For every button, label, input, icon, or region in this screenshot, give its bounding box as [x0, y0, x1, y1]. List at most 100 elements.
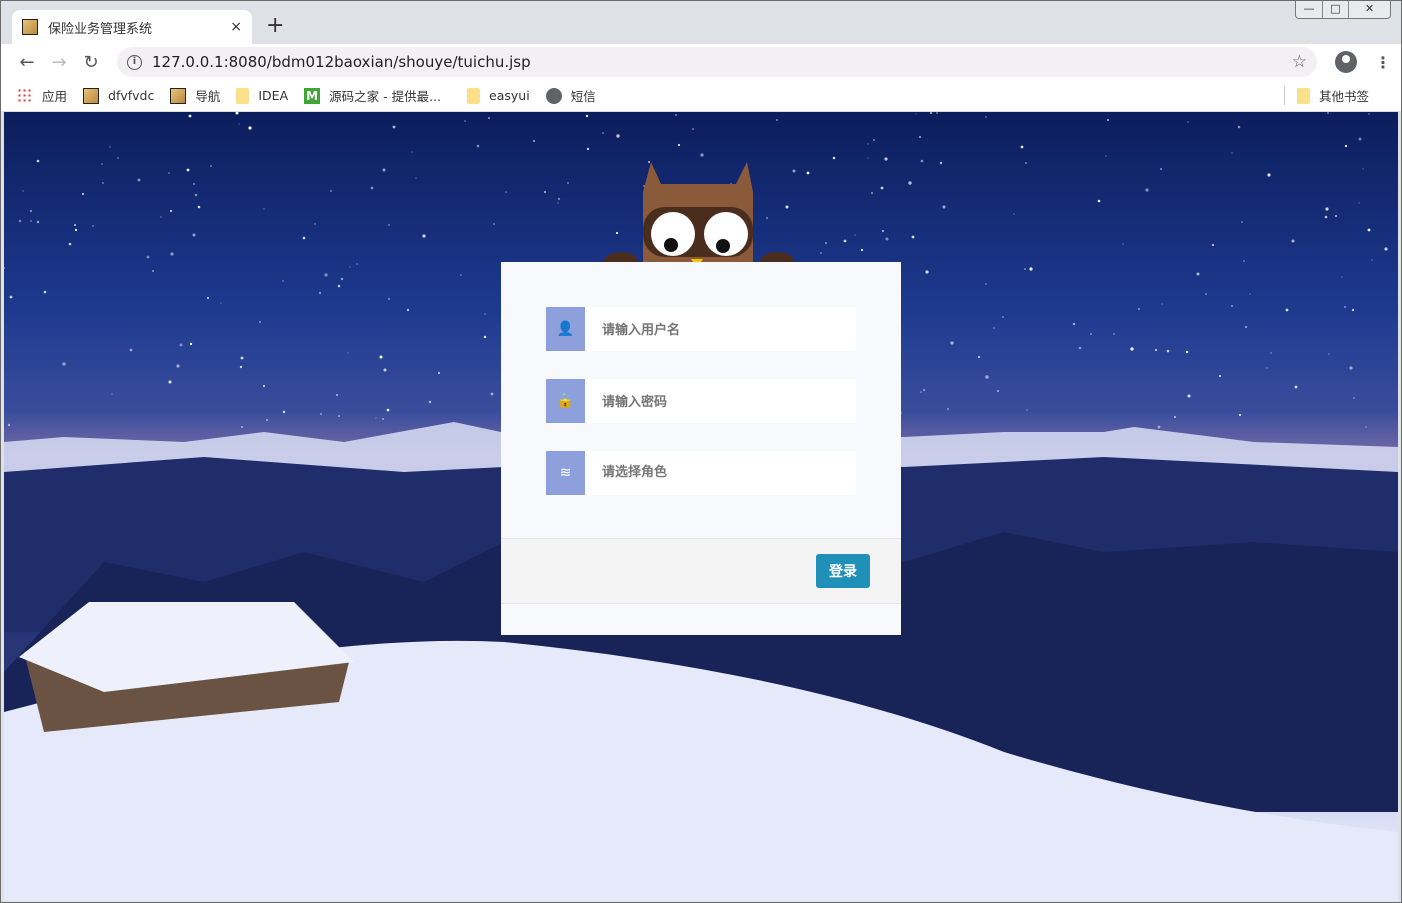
- bookmark-star-icon[interactable]: ☆: [1292, 52, 1307, 72]
- password-input[interactable]: [585, 379, 856, 423]
- bookmark-label: 其他书签: [1318, 89, 1369, 104]
- back-icon[interactable]: ←: [11, 52, 43, 73]
- star: [911, 235, 915, 239]
- star: [1097, 199, 1101, 203]
- bookmarks-bar: 应用 dfvfvdc 导航 IDEA M 源码之家 - 提供最... easyui…: [1, 80, 1401, 112]
- star: [484, 313, 486, 315]
- star: [1113, 333, 1115, 335]
- star: [929, 112, 933, 115]
- star: [1187, 394, 1191, 398]
- maximize-button[interactable]: □: [1322, 1, 1348, 18]
- star: [282, 280, 284, 282]
- star: [920, 159, 924, 163]
- profile-avatar-icon[interactable]: [1335, 51, 1357, 73]
- address-bar[interactable]: i 127.0.0.1:8080/bdm012baoxian/shouye/tu…: [117, 47, 1317, 77]
- star: [129, 348, 133, 352]
- star: [915, 113, 917, 115]
- star: [266, 419, 268, 421]
- star: [137, 178, 141, 182]
- star: [464, 120, 466, 122]
- star: [188, 114, 192, 118]
- star: [43, 290, 47, 294]
- star: [925, 270, 929, 274]
- star: [302, 236, 306, 240]
- password-field: 🔒: [546, 379, 856, 423]
- bookmark-sms[interactable]: 短信: [545, 86, 596, 105]
- bookmark-dfvfvdc[interactable]: dfvfvdc: [83, 87, 154, 104]
- star: [1324, 215, 1328, 219]
- bookmark-idea[interactable]: IDEA: [236, 87, 288, 104]
- star: [194, 193, 198, 197]
- login-button[interactable]: 登录: [816, 554, 870, 588]
- star: [262, 384, 266, 388]
- star: [602, 132, 604, 134]
- role-field: ≋ 请选择角色: [546, 451, 856, 495]
- close-window-button[interactable]: ✕: [1348, 1, 1390, 18]
- more-menu-icon[interactable]: ⋮: [1375, 53, 1391, 72]
- tab-title: 保险业务管理系统: [48, 21, 153, 37]
- star: [942, 205, 946, 209]
- star: [1145, 188, 1149, 192]
- star: [263, 208, 265, 210]
- star: [1239, 414, 1241, 416]
- star: [210, 165, 212, 167]
- star: [383, 368, 387, 372]
- star: [557, 202, 559, 204]
- star: [867, 143, 869, 145]
- minimize-button[interactable]: —: [1296, 1, 1322, 18]
- close-tab-icon[interactable]: ×: [230, 19, 242, 35]
- m-icon: M: [304, 87, 321, 104]
- star: [1344, 306, 1346, 308]
- bookmark-easyui[interactable]: easyui: [467, 87, 530, 104]
- star: [586, 147, 590, 151]
- star: [692, 128, 694, 130]
- star: [832, 156, 836, 160]
- other-bookmarks[interactable]: 其他书签: [1283, 86, 1369, 105]
- reload-icon[interactable]: ↻: [75, 52, 107, 73]
- url-text[interactable]: 127.0.0.1:8080/bdm012baoxian/shouye/tuic…: [152, 53, 1292, 71]
- star: [379, 355, 383, 359]
- star: [18, 219, 22, 223]
- new-tab-button[interactable]: +: [266, 13, 284, 38]
- forward-icon[interactable]: →: [43, 52, 75, 73]
- star: [29, 209, 33, 213]
- bookmark-yuanma[interactable]: M 源码之家 - 提供最...: [304, 86, 441, 105]
- star: [884, 157, 888, 161]
- star: [335, 393, 339, 397]
- star: [4, 266, 6, 270]
- star: [392, 125, 396, 129]
- star: [1205, 293, 1207, 295]
- star: [239, 365, 243, 369]
- bookmark-nav[interactable]: 导航: [170, 86, 220, 105]
- star: [428, 400, 432, 404]
- role-select[interactable]: 请选择角色: [585, 451, 856, 495]
- star: [490, 392, 494, 396]
- folder-icon: [1296, 87, 1310, 104]
- bookmark-apps[interactable]: 应用: [17, 86, 67, 105]
- star: [81, 192, 85, 196]
- star: [1266, 367, 1268, 369]
- star: [1002, 316, 1004, 318]
- star: [1270, 352, 1272, 354]
- star: [259, 321, 261, 323]
- star: [1291, 239, 1295, 243]
- tab-active[interactable]: 保险业务管理系统 ×: [12, 10, 252, 44]
- star: [1154, 348, 1158, 352]
- star: [318, 291, 322, 295]
- star: [675, 114, 677, 116]
- star: [1327, 112, 1329, 114]
- star: [240, 356, 244, 360]
- star: [993, 327, 995, 329]
- star: [1365, 426, 1367, 428]
- star: [1249, 293, 1251, 295]
- lock-icon: 🔒: [546, 379, 585, 423]
- star: [532, 139, 536, 143]
- info-icon[interactable]: i: [127, 54, 142, 70]
- bookmark-label: 源码之家 - 提供最...: [329, 89, 442, 104]
- star: [483, 335, 487, 339]
- star: [544, 191, 546, 193]
- star: [386, 408, 390, 412]
- username-input[interactable]: [585, 307, 856, 351]
- star: [74, 224, 76, 226]
- star: [1231, 305, 1233, 307]
